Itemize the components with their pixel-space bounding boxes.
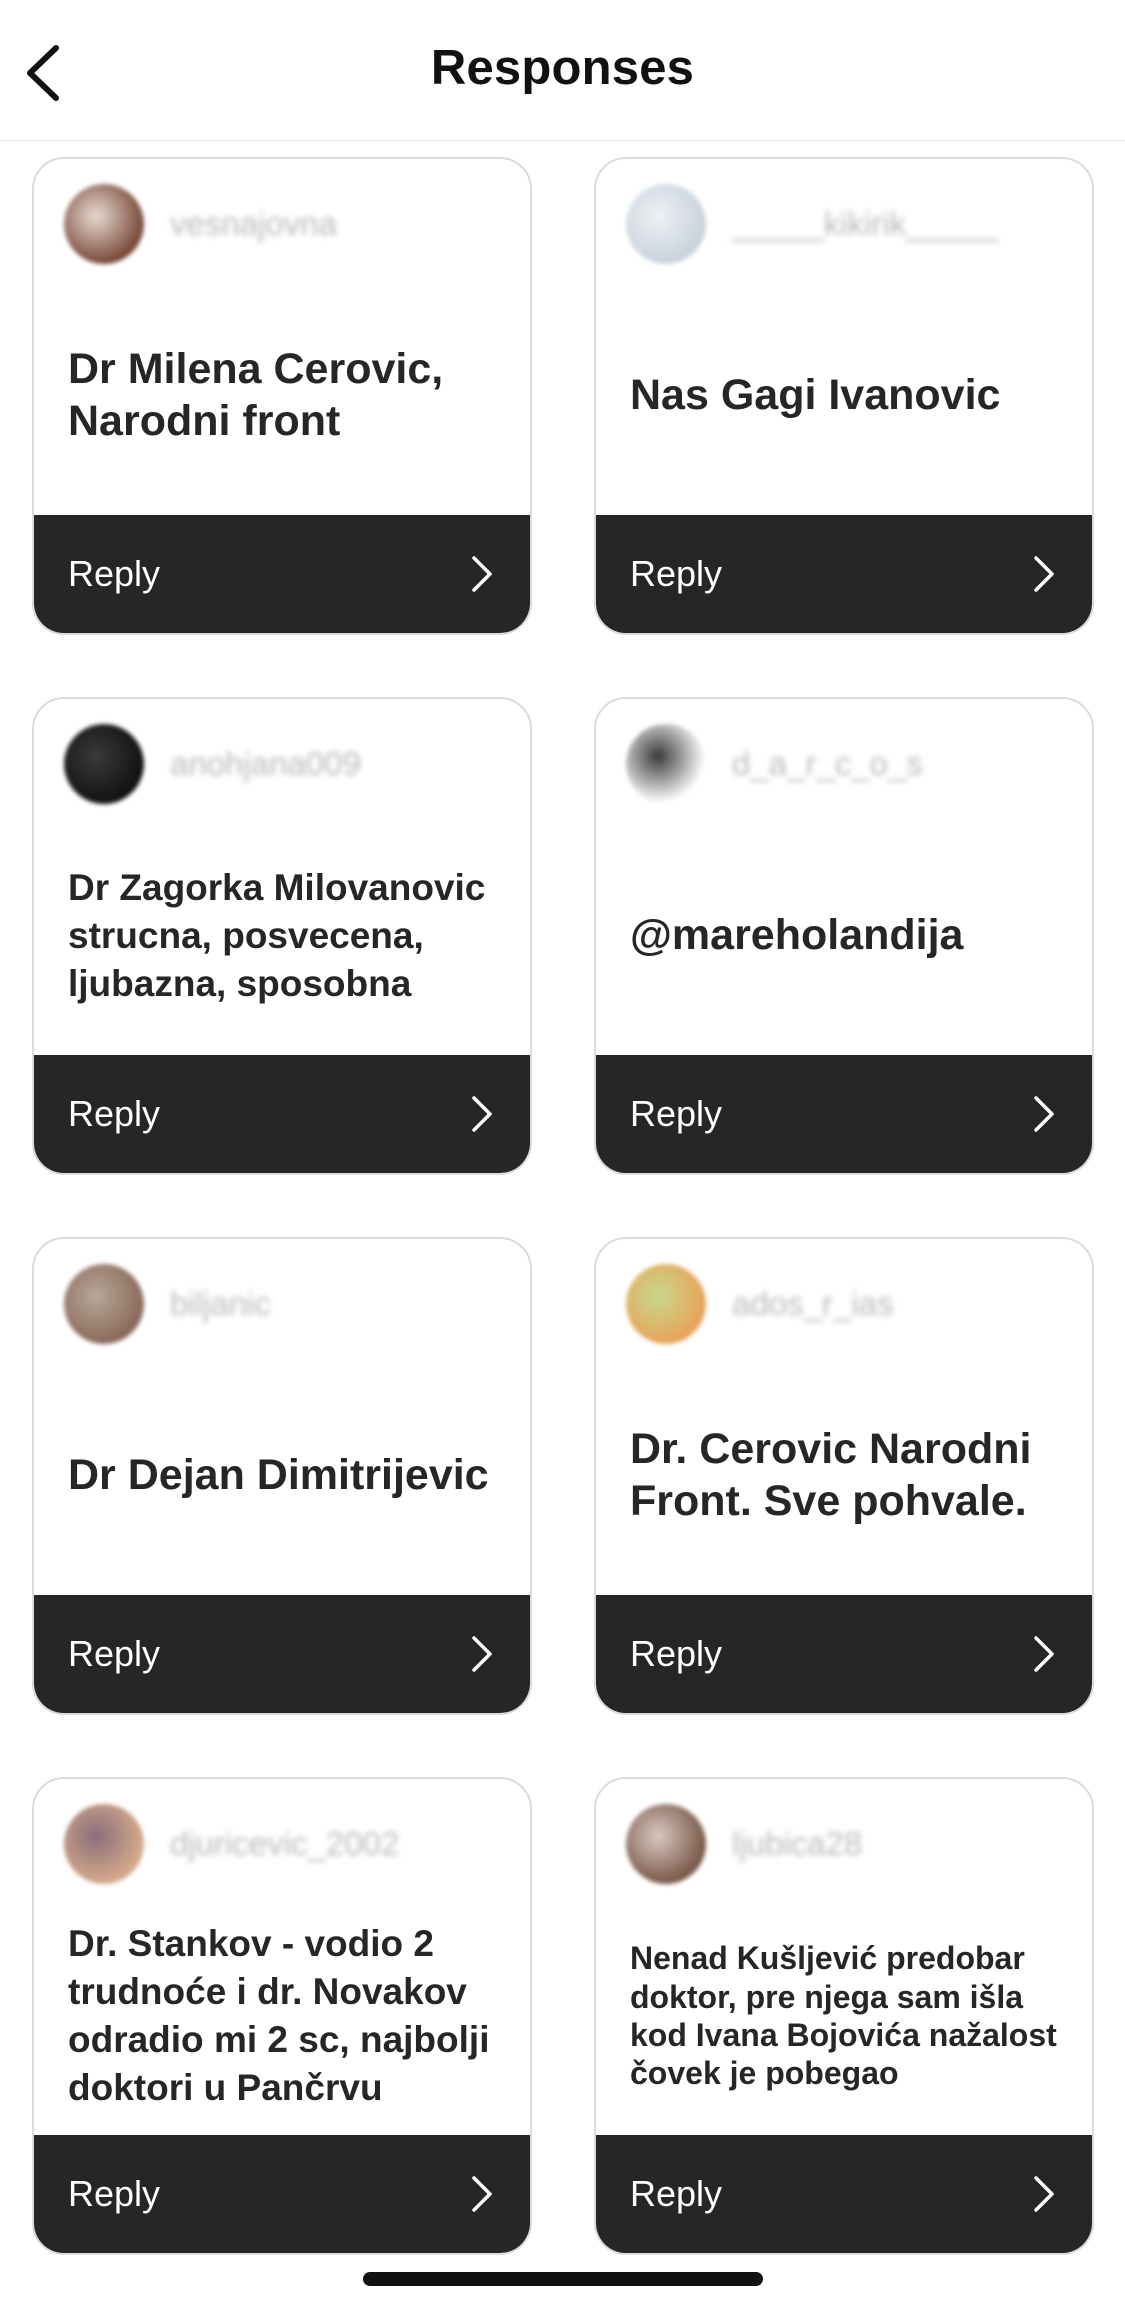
response-author[interactable]: biljanic xyxy=(64,1264,271,1344)
reply-button[interactable]: Reply xyxy=(34,1055,530,1173)
response-body: Dr Dejan Dimitrijevic xyxy=(68,1359,504,1593)
response-body: Dr. Cerovic Narodni Front. Sve pohvale. xyxy=(630,1359,1066,1593)
response-author[interactable]: ljubica28 xyxy=(626,1804,862,1884)
response-author[interactable]: d_a_r_c_o_s xyxy=(626,724,923,804)
chevron-right-icon xyxy=(470,2175,494,2213)
response-text: Dr Zagorka Milovanovic strucna, posvecen… xyxy=(68,866,486,1005)
response-body: Dr. Stankov - vodio 2 trudnoće i dr. Nov… xyxy=(68,1899,504,2133)
username[interactable]: djuricevic_2002 xyxy=(170,1825,399,1863)
reply-label: Reply xyxy=(68,2173,161,2214)
page-title: Responses xyxy=(430,41,695,95)
chevron-right-icon xyxy=(470,555,494,593)
reply-button[interactable]: Reply xyxy=(596,515,1092,633)
avatar[interactable] xyxy=(626,184,706,264)
username[interactable]: _____kikirik_____ xyxy=(732,205,998,243)
reply-label: Reply xyxy=(630,1633,723,1674)
response-card: vesnajovna Dr Milena Cerovic, Narodni fro… xyxy=(32,157,532,635)
response-text: Dr Milena Cerovic, Narodni front xyxy=(68,345,444,445)
top-bar: Responses xyxy=(0,0,1125,141)
chevron-right-icon xyxy=(1032,1635,1056,1673)
reply-label: Reply xyxy=(68,1633,161,1674)
reply-label: Reply xyxy=(630,1093,723,1134)
response-text: Dr. Stankov - vodio 2 trudnoće i dr. Nov… xyxy=(68,1922,490,2109)
reply-button[interactable]: Reply xyxy=(596,2135,1092,2253)
chevron-right-icon xyxy=(1032,1095,1056,1133)
reply-label: Reply xyxy=(630,2173,723,2214)
responses-grid: vesnajovna Dr Milena Cerovic, Narodni fro… xyxy=(32,157,1095,2255)
avatar[interactable] xyxy=(64,184,144,264)
username[interactable]: vesnajovna xyxy=(170,205,337,243)
response-author[interactable]: _____kikirik_____ xyxy=(626,184,998,264)
response-author[interactable]: ados_r_ias xyxy=(626,1264,893,1344)
reply-label: Reply xyxy=(630,553,723,594)
reply-button[interactable]: Reply xyxy=(34,1595,530,1713)
chevron-right-icon xyxy=(1032,2175,1056,2213)
response-body: @mareholandija xyxy=(630,819,1066,1053)
response-author[interactable]: anohjana009 xyxy=(64,724,361,804)
avatar[interactable] xyxy=(64,724,144,804)
response-body: Nenad Kušljević predobar doktor, pre nje… xyxy=(630,1899,1066,2133)
avatar[interactable] xyxy=(626,724,706,804)
response-body: Dr Zagorka Milovanovic strucna, posvecen… xyxy=(68,819,504,1053)
home-indicator xyxy=(363,2272,763,2286)
chevron-right-icon xyxy=(1032,555,1056,593)
response-card: d_a_r_c_o_s @mareholandija Reply xyxy=(594,697,1094,1175)
username[interactable]: anohjana009 xyxy=(170,745,361,783)
avatar[interactable] xyxy=(64,1804,144,1884)
response-text: Dr. Cerovic Narodni Front. Sve pohvale. xyxy=(630,1425,1032,1525)
username[interactable]: ados_r_ias xyxy=(732,1285,893,1323)
response-card: ljubica28 Nenad Kušljević predobar doktor… xyxy=(594,1777,1094,2255)
response-card: biljanic Dr Dejan Dimitrijevic Reply xyxy=(32,1237,532,1715)
username[interactable]: ljubica28 xyxy=(732,1825,862,1863)
reply-button[interactable]: Reply xyxy=(34,2135,530,2253)
response-text: Nenad Kušljević predobar doktor, pre nje… xyxy=(630,1940,1057,2092)
response-card: ados_r_ias Dr. Cerovic Narodni Front. Sve… xyxy=(594,1237,1094,1715)
username[interactable]: d_a_r_c_o_s xyxy=(732,745,923,783)
response-body: Dr Milena Cerovic, Narodni front xyxy=(68,279,504,513)
response-body: Nas Gagi Ivanovic xyxy=(630,279,1066,513)
response-text: Dr Dejan Dimitrijevic xyxy=(68,1451,489,1500)
response-card: djuricevic_2002 Dr. Stankov - vodio 2 tru… xyxy=(32,1777,532,2255)
reply-label: Reply xyxy=(68,553,161,594)
username[interactable]: biljanic xyxy=(170,1285,271,1323)
reply-button[interactable]: Reply xyxy=(34,515,530,633)
reply-label: Reply xyxy=(68,1093,161,1134)
chevron-right-icon xyxy=(470,1095,494,1133)
avatar[interactable] xyxy=(64,1264,144,1344)
reply-button[interactable]: Reply xyxy=(596,1055,1092,1173)
response-card: _____kikirik_____ Nas Gagi Ivanovic Reply xyxy=(594,157,1094,635)
response-card: anohjana009 Dr Zagorka Milovanovic strucn… xyxy=(32,697,532,1175)
response-author[interactable]: vesnajovna xyxy=(64,184,337,264)
avatar[interactable] xyxy=(626,1264,706,1344)
chevron-right-icon xyxy=(470,1635,494,1673)
avatar[interactable] xyxy=(626,1804,706,1884)
response-author[interactable]: djuricevic_2002 xyxy=(64,1804,399,1884)
reply-button[interactable]: Reply xyxy=(596,1595,1092,1713)
response-text: Nas Gagi Ivanovic xyxy=(630,371,1001,420)
response-text: @mareholandija xyxy=(630,911,964,960)
